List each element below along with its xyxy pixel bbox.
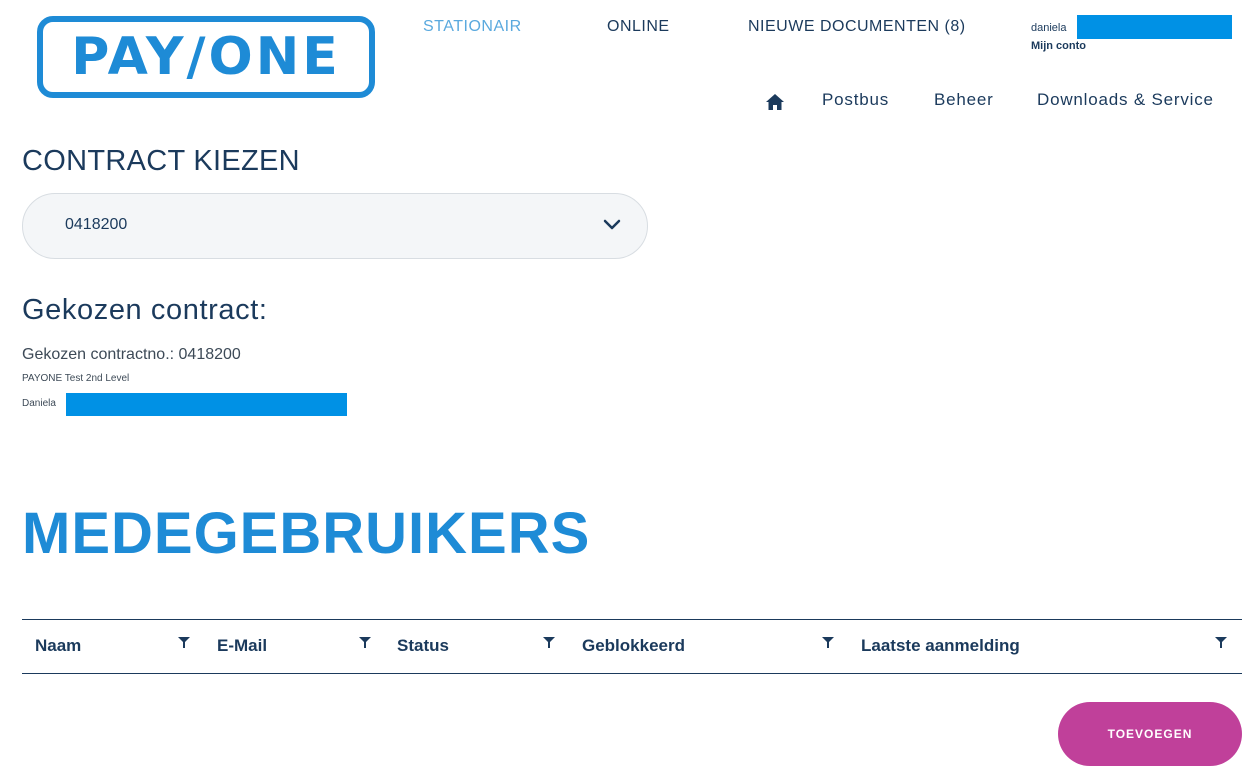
- nav-stationair[interactable]: STATIONAIR: [423, 18, 522, 36]
- chosen-contract-company: PAYONE Test 2nd Level: [22, 373, 130, 384]
- nav-online[interactable]: ONLINE: [607, 18, 670, 36]
- column-header-naam[interactable]: Naam: [35, 636, 81, 656]
- user-name: daniela: [1031, 22, 1067, 34]
- payone-logo[interactable]: PAY/ONE: [37, 16, 375, 98]
- chosen-contract-number: Gekozen contractno.: 0418200: [22, 346, 241, 363]
- my-account-link[interactable]: Mijn conto: [1031, 40, 1086, 52]
- table-header-top-border: [22, 619, 1242, 620]
- redacted-username: [1077, 15, 1232, 39]
- column-header-email[interactable]: E-Mail: [217, 636, 267, 656]
- column-header-laatste-aanmelding[interactable]: Laatste aanmelding: [861, 636, 1020, 656]
- filter-icon[interactable]: [359, 637, 371, 649]
- column-header-geblokkeerd[interactable]: Geblokkeerd: [582, 636, 685, 656]
- redacted-user-details: [66, 393, 347, 416]
- chosen-contract-heading: Gekozen contract:: [22, 294, 268, 326]
- filter-icon[interactable]: [543, 637, 555, 649]
- column-header-status[interactable]: Status: [397, 636, 449, 656]
- filter-icon[interactable]: [1215, 637, 1227, 649]
- table-header-bottom-border: [22, 673, 1242, 674]
- filter-icon[interactable]: [822, 637, 834, 649]
- nav-postbus[interactable]: Postbus: [822, 90, 889, 110]
- contract-select-value: 0418200: [65, 216, 128, 233]
- chevron-down-icon: [603, 219, 621, 230]
- contract-select[interactable]: 0418200: [22, 193, 648, 259]
- contract-select-heading: CONTRACT KIEZEN: [22, 145, 300, 177]
- add-user-button[interactable]: TOEVOEGEN: [1058, 702, 1242, 766]
- filter-icon[interactable]: [178, 637, 190, 649]
- nav-downloads-service[interactable]: Downloads & Service: [1037, 90, 1214, 110]
- nav-nieuwe-documenten[interactable]: NIEUWE DOCUMENTEN (8): [748, 18, 966, 36]
- page-title: MEDEGEBRUIKERS: [22, 501, 591, 566]
- home-icon[interactable]: [766, 94, 784, 110]
- chosen-contract-user: Daniela: [22, 398, 56, 409]
- nav-beheer[interactable]: Beheer: [934, 90, 994, 110]
